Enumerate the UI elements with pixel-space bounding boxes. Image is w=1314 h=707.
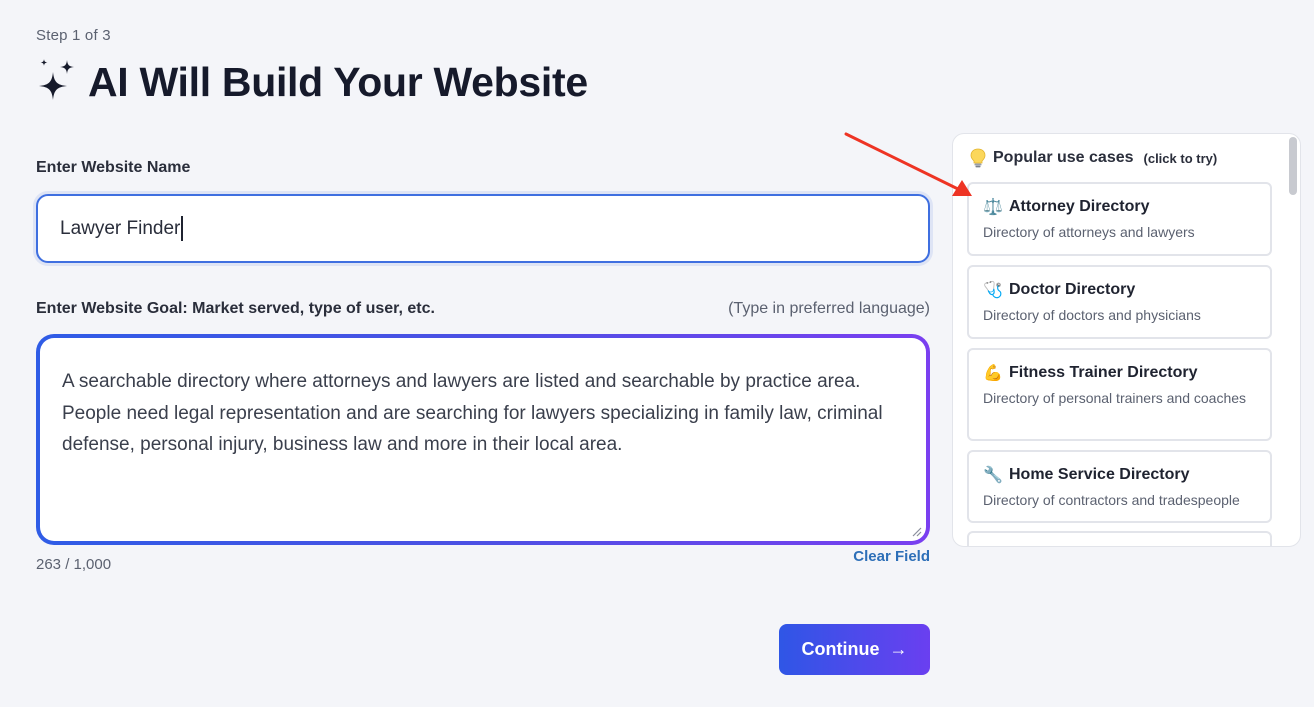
language-hint: (Type in preferred language): [728, 300, 930, 317]
website-goal-label: Enter Website Goal: Market served, type …: [36, 300, 435, 317]
website-builder-step: Step 1 of 3 AI Will Build Your Website E…: [0, 0, 1314, 707]
page-title: AI Will Build Your Website: [88, 58, 588, 105]
use-case-card-doctor[interactable]: 🩺 Doctor Directory Directory of doctors …: [967, 265, 1272, 339]
continue-label: Continue: [801, 639, 880, 659]
use-case-description: Directory of attorneys and lawyers: [983, 224, 1195, 240]
website-goal-value: A searchable directory where attorneys a…: [62, 371, 883, 455]
website-name-label: Enter Website Name: [36, 159, 191, 176]
use-case-title: Attorney Directory: [1009, 198, 1150, 215]
panel-scrollbar[interactable]: [1289, 137, 1297, 195]
arrow-right-icon: →: [889, 639, 908, 659]
use-cases-subtitle: (click to try): [1143, 150, 1218, 166]
step-indicator: Step 1 of 3: [36, 27, 111, 44]
use-case-title: Doctor Directory: [1009, 281, 1136, 298]
wrench-icon: 🔧: [983, 467, 1003, 484]
website-name-value: Lawyer Finder: [60, 217, 181, 239]
text-caret: [181, 216, 183, 241]
use-case-card-home-service[interactable]: 🔧 Home Service Directory Directory of co…: [967, 450, 1272, 523]
sparkles-icon: [39, 59, 74, 100]
use-case-description: Directory of doctors and physicians: [983, 307, 1201, 323]
website-goal-text-area[interactable]: A searchable directory where attorneys a…: [40, 338, 926, 541]
use-case-card-partial[interactable]: [967, 531, 1272, 546]
use-case-title: Fitness Trainer Directory: [1009, 364, 1198, 381]
use-case-description: Directory of personal trainers and coach…: [983, 390, 1247, 406]
use-cases-header: Popular use cases (click to try): [969, 148, 1217, 168]
website-name-input[interactable]: Lawyer Finder: [36, 194, 930, 263]
use-case-card-fitness[interactable]: 💪 Fitness Trainer Directory Directory of…: [967, 348, 1272, 441]
resize-grip-icon[interactable]: [910, 525, 922, 537]
scales-icon: ⚖️: [983, 199, 1003, 216]
character-count: 263 / 1,000: [36, 556, 112, 573]
page-header: AI Will Build Your Website: [36, 58, 588, 106]
use-case-card-attorney[interactable]: ⚖️ Attorney Directory Directory of attor…: [967, 182, 1272, 256]
use-case-title: Home Service Directory: [1009, 466, 1190, 483]
stethoscope-icon: 🩺: [983, 282, 1003, 299]
use-cases-title: Popular use cases: [993, 149, 1134, 166]
clear-field-link[interactable]: Clear Field: [853, 548, 930, 565]
flexed-bicep-icon: 💪: [983, 365, 1003, 382]
use-cases-panel[interactable]: Popular use cases (click to try) ⚖️ Atto…: [952, 133, 1301, 547]
website-goal-textarea[interactable]: A searchable directory where attorneys a…: [36, 334, 930, 545]
use-case-description: Directory of contractors and tradespeopl…: [983, 492, 1240, 508]
annotation-arrow-icon: [844, 132, 972, 196]
continue-button[interactable]: Continue →: [779, 624, 930, 675]
